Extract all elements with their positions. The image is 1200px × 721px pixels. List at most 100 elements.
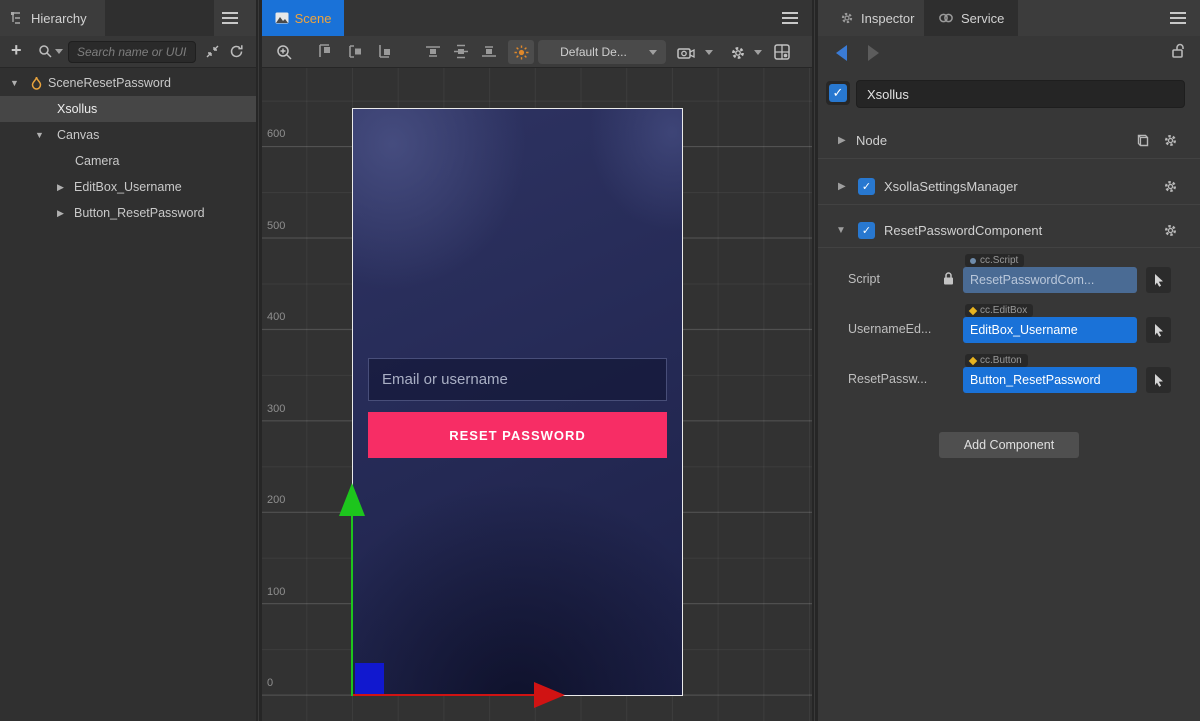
type-badge-label: cc.Script [980,255,1018,266]
x-axis-arrow[interactable] [534,682,565,708]
tab-hierarchy[interactable]: Hierarchy [10,0,87,36]
property-label: UsernameEd... [848,322,931,336]
collapse-all-icon[interactable] [205,44,220,59]
hierarchy-toolbar: + [0,36,256,68]
ruler-label: 500 [267,220,285,232]
scene-menu-icon[interactable] [782,12,798,24]
section-xsolla-settings-manager[interactable]: ▶ ✓ XsollaSettingsManager [818,172,1200,200]
tree-item-camera[interactable]: Camera [0,148,256,174]
tree-item-label: EditBox_Username [74,180,182,194]
expand-arrow-icon[interactable]: ▼ [836,225,846,236]
script-reference-field[interactable]: ResetPasswordCom... [963,267,1137,293]
scene-viewport[interactable]: 600 500 400 300 200 100 0 RESET PASSWORD [262,68,812,721]
align-right-icon[interactable] [378,44,395,59]
align-middle-icon[interactable] [452,44,470,59]
pick-node-cursor-icon[interactable] [1146,317,1171,343]
section-divider [818,247,1200,248]
section-reset-password-component[interactable]: ▼ ✓ ResetPasswordComponent [818,216,1200,244]
component-name: ResetPasswordComponent [884,223,1042,238]
node-active-checkbox[interactable]: ✓ [826,81,850,105]
collapsed-arrow-icon[interactable]: ▶ [57,208,64,219]
hierarchy-tab-label: Hierarchy [31,11,87,26]
type-badge-label: cc.EditBox [980,305,1027,316]
search-input[interactable] [68,41,196,63]
pick-node-cursor-icon[interactable] [1146,367,1171,393]
script-type-dot [970,258,976,264]
editbox-type-dot [969,306,977,314]
tab-scene[interactable]: Scene [262,0,344,36]
node-name-input[interactable] [856,80,1185,108]
tab-service[interactable]: Service [924,0,1018,36]
tree-item-canvas[interactable]: ▼ Canvas [0,122,256,148]
align-top-icon[interactable] [424,44,442,59]
service-tab-label: Service [961,11,1004,26]
add-component-button[interactable]: Add Component [939,432,1079,458]
align-left-icon[interactable] [318,44,335,59]
type-badge: cc.Button [965,354,1028,367]
tree-item-label: Button_ResetPassword [74,206,205,220]
tree-item-label: Canvas [57,128,99,142]
pick-node-cursor-icon[interactable] [1146,267,1171,293]
email-username-field[interactable] [368,358,667,401]
expand-arrow-icon[interactable]: ▼ [10,78,19,88]
collapsed-arrow-icon[interactable]: ▶ [838,181,846,192]
search-filter-icon[interactable] [38,44,63,59]
collapsed-arrow-icon[interactable]: ▶ [838,135,846,146]
history-forward-button[interactable] [868,45,879,61]
scene-tab-label: Scene [295,11,332,26]
hierarchy-header: Hierarchy [0,0,256,36]
tree-item-button-resetpassword[interactable]: ▶ Button_ResetPassword [0,200,256,226]
ruler-label: 0 [267,677,273,689]
align-bottom-icon[interactable] [480,44,498,59]
component-gear-icon[interactable] [1163,223,1178,238]
tree-item-scene-root[interactable]: ▼ SceneResetPassword [0,70,256,96]
scene-settings-dropdown[interactable] [730,44,762,62]
hierarchy-tab-strip [105,0,214,36]
grid-layout-icon[interactable] [774,44,790,60]
component-gear-icon[interactable] [1163,179,1178,194]
scene-flame-icon [30,76,43,90]
type-badge: cc.Script [965,254,1024,267]
region-zoom-icon[interactable] [276,44,293,61]
ruler-label: 300 [267,403,285,415]
scene-header: Scene [262,0,812,36]
gear-icon [840,11,854,25]
expand-arrow-icon[interactable]: ▼ [35,130,44,140]
editbox-reference-field[interactable]: EditBox_Username [963,317,1137,343]
history-back-button[interactable] [836,45,847,61]
reset-password-button[interactable]: RESET PASSWORD [368,412,667,458]
hierarchy-menu-icon[interactable] [222,12,238,24]
hierarchy-tree-icon [10,11,24,25]
game-canvas[interactable]: RESET PASSWORD [352,108,683,696]
tab-inspector[interactable]: Inspector [826,0,928,36]
tree-item-label: Xsollus [57,102,97,116]
link-icon [938,12,954,24]
prefab-book-icon[interactable] [1135,133,1150,148]
inspector-tab-label: Inspector [861,11,914,26]
collapsed-arrow-icon[interactable]: ▶ [57,182,64,193]
device-dropdown[interactable]: Default De... [538,40,666,64]
inspector-menu-icon[interactable] [1170,12,1186,24]
tree-item-xsollus[interactable]: Xsollus [0,96,256,122]
device-dropdown-value: Default De... [538,45,649,59]
component-enabled-checkbox[interactable]: ✓ [858,178,875,195]
node-settings-gear-icon[interactable] [1163,133,1178,148]
x-axis-line [353,694,535,696]
camera-dropdown[interactable] [677,44,713,62]
gizmo-light-toggle[interactable] [508,40,534,64]
unlock-icon[interactable] [1170,42,1186,59]
button-type-dot [969,356,977,364]
tree-item-editbox-username[interactable]: ▶ EditBox_Username [0,174,256,200]
hierarchy-panel: Hierarchy + ▼ SceneResetPassword Xsollus… [0,0,256,721]
chevron-down-icon [754,50,762,55]
create-node-button[interactable]: + [11,40,22,61]
align-center-icon[interactable] [348,44,365,59]
type-badge-label: cc.Button [980,355,1022,366]
inspector-header: Inspector Service [818,0,1200,36]
button-reference-field[interactable]: Button_ResetPassword [963,367,1137,393]
y-axis-arrow[interactable] [339,483,365,516]
refresh-icon[interactable] [229,44,244,59]
section-node[interactable]: ▶ Node [818,126,1200,154]
component-enabled-checkbox[interactable]: ✓ [858,222,875,239]
lock-icon [942,271,955,286]
